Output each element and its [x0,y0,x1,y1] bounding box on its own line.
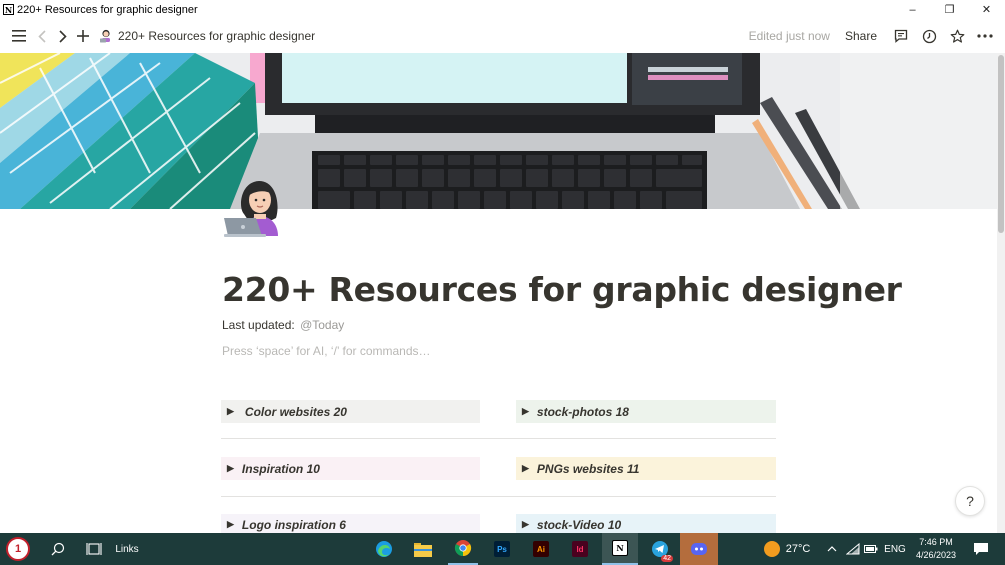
search-icon[interactable] [44,533,72,565]
toggle-pngs-websites[interactable]: ▶ PNGs websites 11 [516,457,776,480]
vertical-scrollbar[interactable] [997,53,1005,533]
clock-time: 7:46 PM [919,537,953,547]
toggle-triangle-icon[interactable]: ▶ [522,406,529,417]
notification-center-icon[interactable]: 1 [966,533,996,565]
toggle-label: Inspiration 10 [241,461,320,476]
windows-taskbar: 1 Links Ps Ai Id N 42 27°C ENG 7:46 PM 4… [0,533,1005,565]
show-hidden-icons-chevron-icon[interactable] [824,533,840,565]
more-options-icon[interactable] [971,22,999,50]
woman-technologist-page-icon[interactable] [222,178,284,240]
photoshop-icon[interactable]: Ps [488,533,516,565]
indesign-label: Id [572,541,588,557]
links-toolbar[interactable]: Links [112,533,142,565]
toggle-triangle-icon[interactable]: ▶ [522,519,529,530]
breadcrumb[interactable]: 220+ Resources for graphic designer [99,29,315,43]
system-clock[interactable]: 7:46 PM 4/26/2023 [910,533,962,565]
notion-app-icon: N [3,4,14,15]
share-button[interactable]: Share [845,29,877,43]
start-button[interactable]: 1 [3,533,33,565]
favorite-star-icon[interactable] [943,22,971,50]
toggle-logo-inspiration[interactable]: ▶ Logo inspiration 6 [221,514,480,533]
minimize-button[interactable]: – [894,0,931,19]
window-title: 220+ Resources for graphic designer [17,3,198,16]
toggle-stock-photos[interactable]: ▶ stock-photos 18 [516,400,776,423]
last-updated-label: Last updated: [222,318,295,332]
toggle-label: stock-Video 10 [536,518,622,532]
file-explorer-icon[interactable] [409,533,437,565]
input-language[interactable]: ENG [882,533,908,565]
toggle-label: Logo inspiration 6 [241,518,346,532]
battery-icon[interactable] [862,533,880,565]
toggle-inspiration[interactable]: ▶ Inspiration 10 [221,457,480,480]
page-cover-image[interactable] [0,53,997,209]
close-button[interactable]: ✕ [968,0,1005,19]
telegram-unread-badge: 42 [661,555,673,562]
help-button[interactable]: ? [955,486,985,516]
history-clock-icon[interactable] [915,22,943,50]
date-mention[interactable]: @Today [300,318,344,332]
telegram-icon[interactable]: 42 [645,533,675,565]
woman-technologist-icon [99,29,113,43]
chrome-icon[interactable] [448,533,478,565]
edited-status: Edited just now [748,29,830,43]
sun-icon [763,541,780,557]
toggle-label: stock-photos 18 [536,404,629,419]
sidebar-menu-icon[interactable] [9,26,29,46]
weather-temperature: 27°C [785,543,811,555]
task-view-icon[interactable] [80,533,108,565]
toolbar-actions: Edited just now Share [749,19,1005,53]
illustrator-icon[interactable]: Ai [527,533,555,565]
back-arrow-icon[interactable] [32,26,52,46]
photoshop-label: Ps [494,541,510,557]
page-toolbar: 220+ Resources for graphic designer Edit… [0,19,1005,53]
new-page-plus-icon[interactable] [73,26,93,46]
scrollbar-thumb[interactable] [998,55,1004,233]
forward-arrow-icon[interactable] [53,26,73,46]
breadcrumb-page-title: 220+ Resources for graphic designer [118,29,316,43]
last-updated-row: Last updated: @Today [222,318,344,332]
comments-icon[interactable] [887,22,915,50]
divider [221,438,776,439]
notion-logo: N [612,540,628,556]
illustrator-label: Ai [533,541,549,557]
indesign-icon[interactable]: Id [566,533,594,565]
toggle-color-websites[interactable]: ▶ Color websites 20 [221,400,480,423]
toggle-triangle-icon[interactable]: ▶ [227,406,234,417]
toggle-triangle-icon[interactable]: ▶ [227,463,234,474]
weather-widget[interactable]: 27°C [758,533,816,565]
toggle-triangle-icon[interactable]: ▶ [227,519,234,530]
clock-date: 4/26/2023 [915,550,957,560]
divider [221,496,776,497]
start-badge: 1 [6,537,30,561]
wifi-icon[interactable] [844,533,862,565]
window-controls: – ❐ ✕ [894,0,1005,19]
maximize-button[interactable]: ❐ [931,0,968,19]
page-title[interactable]: 220+ Resources for graphic designer [222,270,902,309]
notion-taskbar-icon[interactable]: N [602,533,638,565]
toggle-stock-video[interactable]: ▶ stock-Video 10 [516,514,776,533]
toggle-triangle-icon[interactable]: ▶ [522,463,529,474]
empty-block-placeholder[interactable]: Press ‘space’ for AI, ‘/’ for commands… [222,344,431,358]
edge-browser-icon[interactable] [370,533,398,565]
discord-icon[interactable] [680,533,718,565]
toggle-label: Color websites 20 [244,404,347,419]
notification-count: 1 [986,554,990,561]
toggle-label: PNGs websites 11 [536,461,640,476]
window-title-bar: N 220+ Resources for graphic designer – … [0,0,1005,19]
